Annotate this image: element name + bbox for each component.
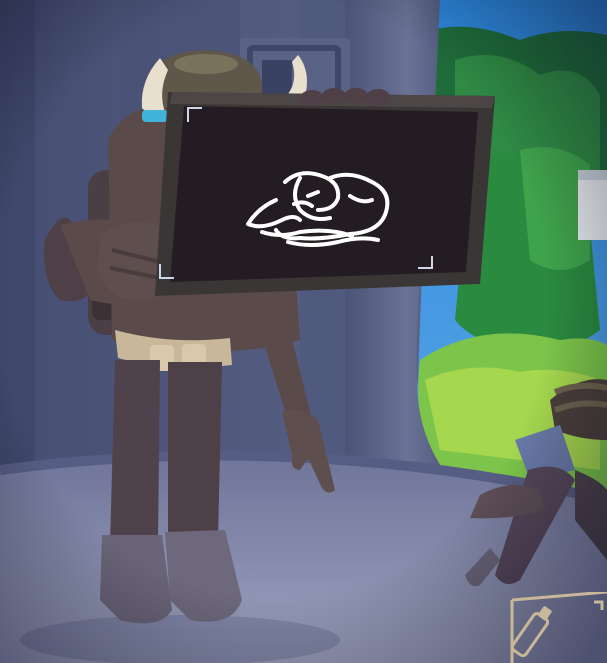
tool-slot-icon — [510, 592, 607, 663]
hud-tool-slot[interactable] — [506, 592, 607, 663]
scene-art — [0, 0, 607, 663]
game-viewport[interactable] — [0, 0, 607, 663]
